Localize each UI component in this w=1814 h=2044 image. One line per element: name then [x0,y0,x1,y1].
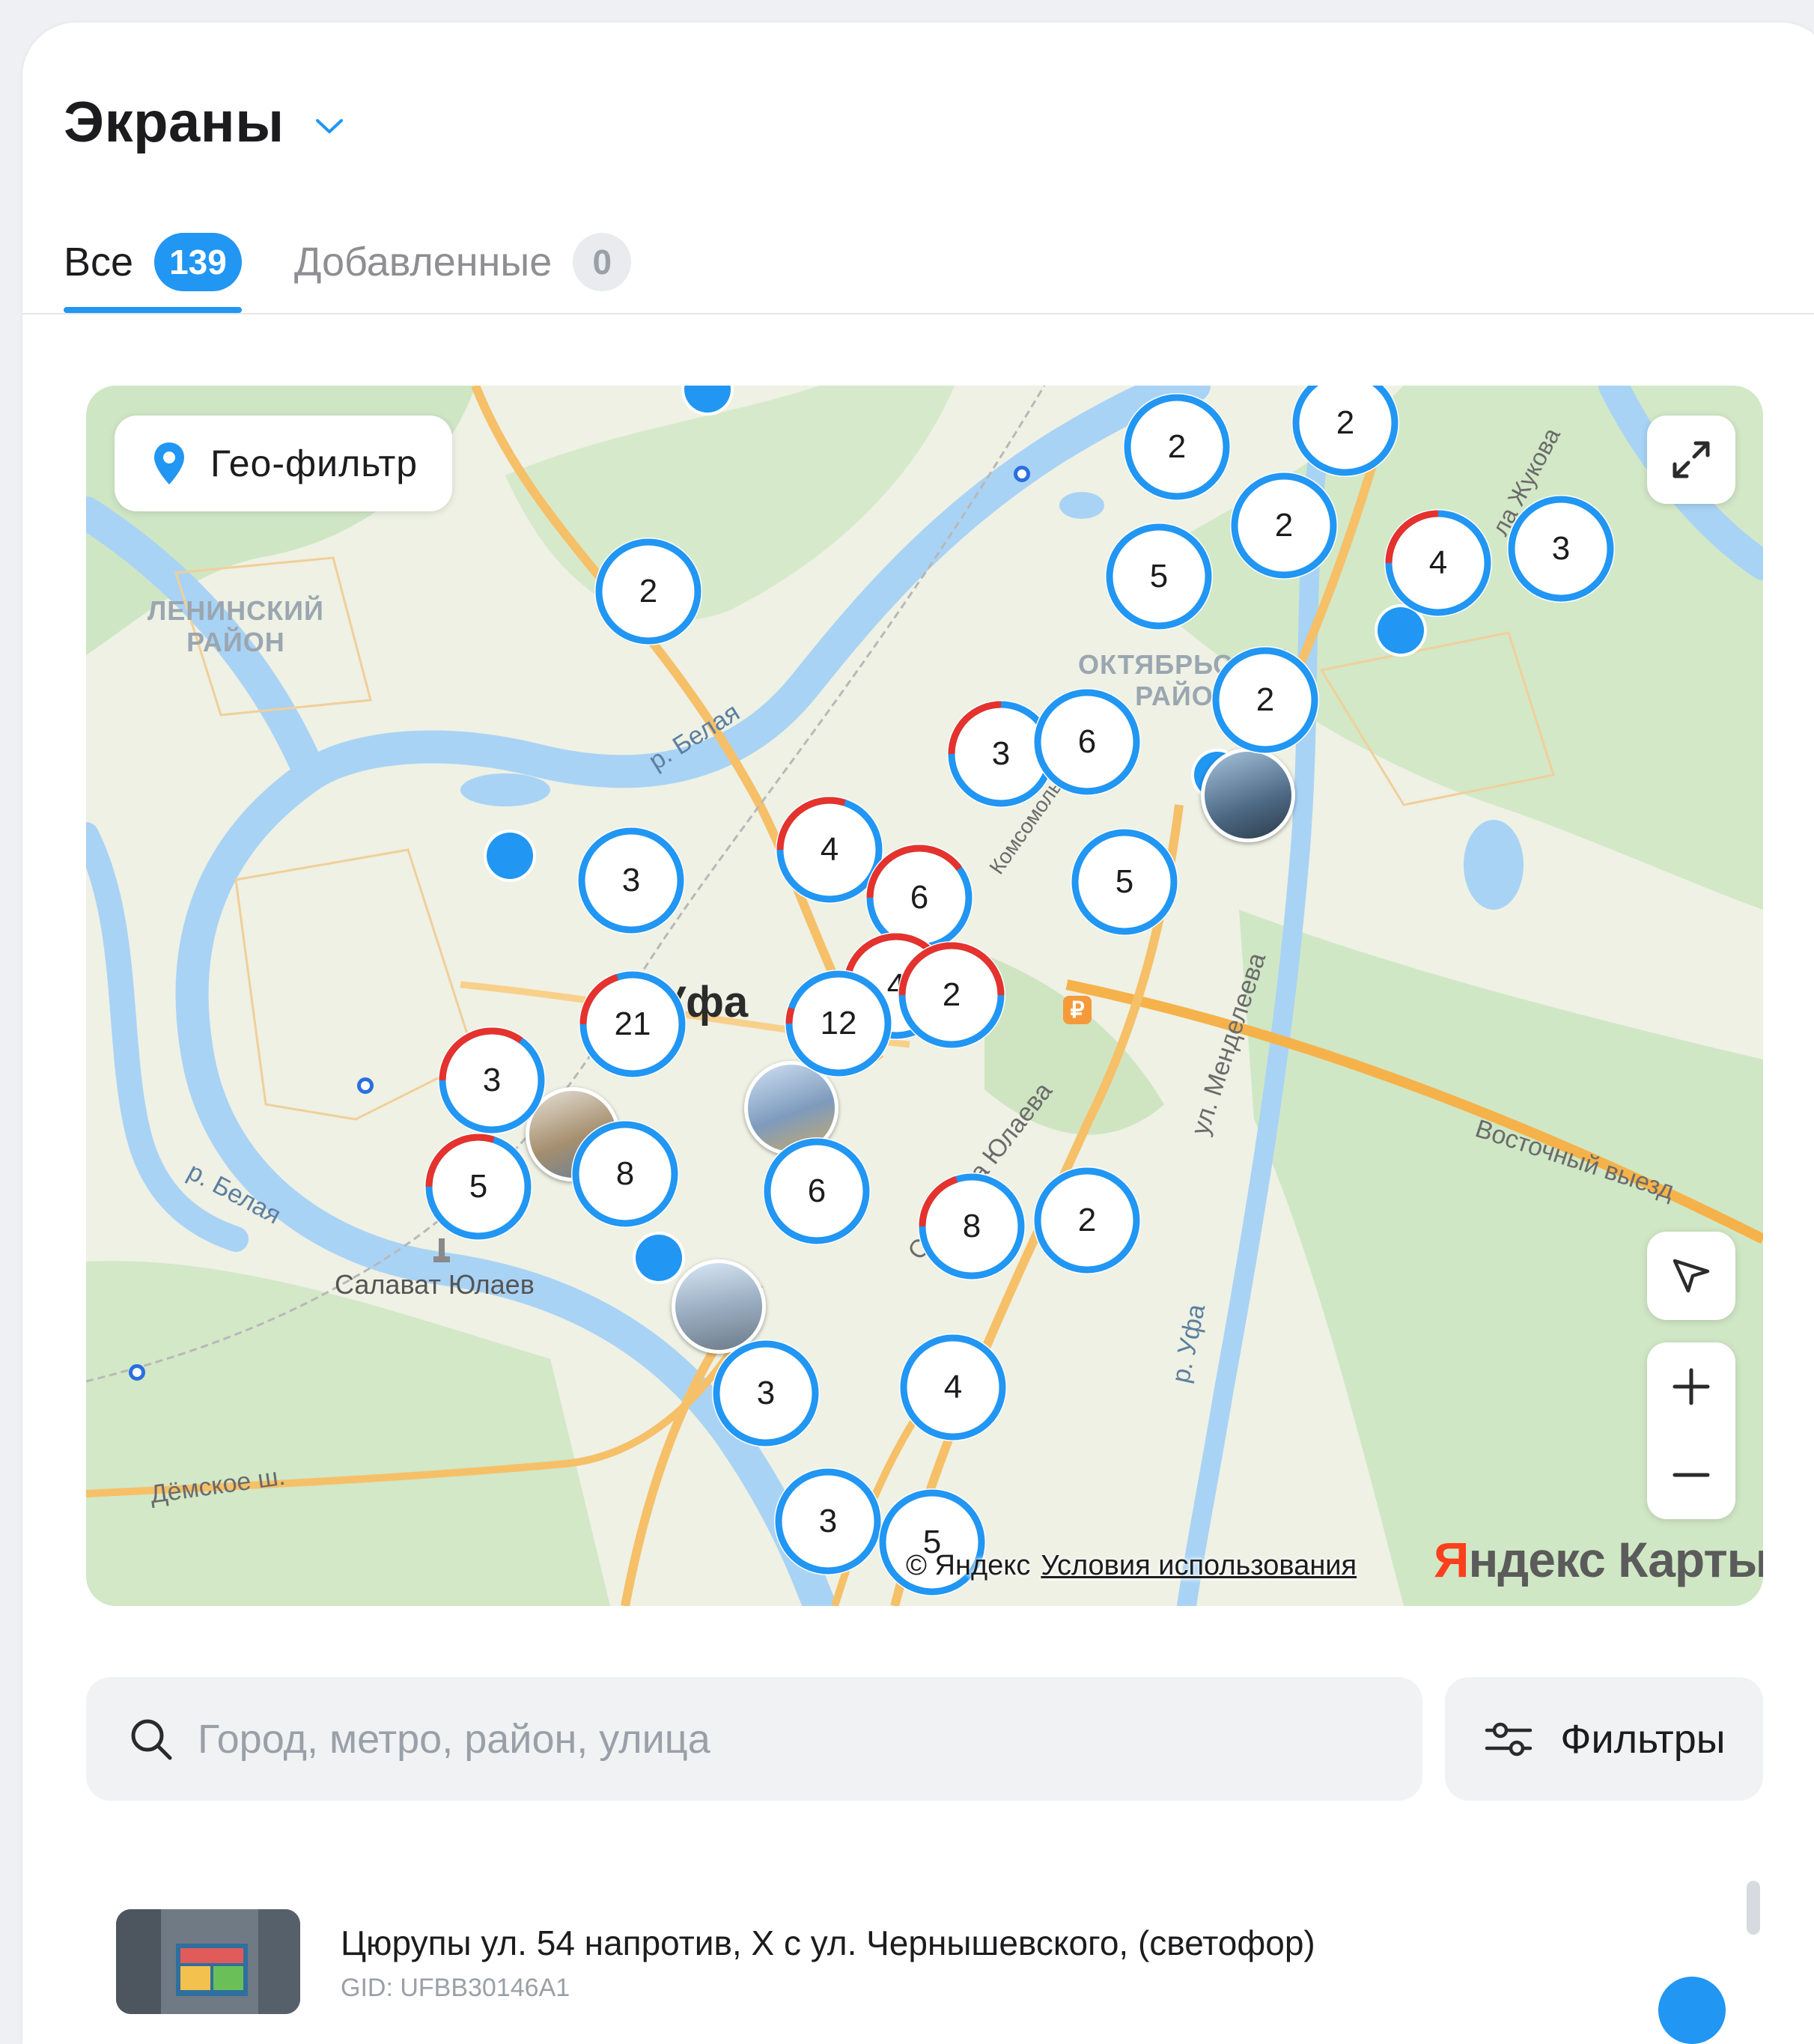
page-title: Экраны [64,91,284,154]
copyright-text: © Яндекс [906,1550,1031,1581]
cluster-count: 2 [1077,1202,1097,1238]
tab-added-label: Добавленные [293,240,553,285]
list-item[interactable]: Цюрупы ул. 54 напротив, X с ул. Чернышев… [116,1909,1763,2014]
logo-rest: ндекс Карты [1468,1532,1763,1587]
screen-cluster[interactable]: 3 [576,826,686,935]
chevron-down-icon[interactable] [314,117,344,136]
cluster-count: 5 [1115,863,1134,900]
district-leninsky-text: ЛЕНИНСКИЙ РАЙОН [147,595,324,657]
zoom-out-button[interactable] [1647,1431,1735,1519]
map-copyright: © Яндекс Условия использования [906,1550,1357,1582]
tab-added[interactable]: Добавленные 0 [293,225,632,299]
screen-cluster[interactable]: 2 [594,537,703,646]
screen-marker[interactable] [487,833,533,879]
cluster-count: 2 [1336,404,1355,441]
tab-all-label: Все [64,240,134,285]
screen-cluster[interactable]: 3 [437,1026,547,1135]
screen-cluster[interactable]: 5 [1070,827,1179,937]
ruble-icon: ₽ [1063,996,1092,1024]
geo-filter-label: Гео-фильтр [210,442,419,484]
cluster-count: 4 [1428,544,1448,581]
cluster-count: 6 [807,1172,827,1209]
screen-cluster[interactable]: 2 [897,940,1006,1050]
tab-added-count-badge: 0 [573,233,632,291]
screen-cluster[interactable]: 4 [1384,508,1493,618]
sliders-icon [1485,1722,1533,1756]
cluster-count: 3 [482,1062,502,1098]
terms-of-use-link[interactable]: Условия использования [1041,1550,1357,1581]
fullscreen-button[interactable] [1647,416,1735,504]
cluster-count: 4 [943,1369,963,1405]
list-item-title: Цюрупы ул. 54 напротив, X с ул. Чернышев… [341,1923,1315,1962]
transit-stop [357,1077,374,1094]
screen-cluster[interactable]: 5 [424,1132,533,1241]
screen-cluster[interactable]: 8 [917,1172,1026,1281]
title-row[interactable]: Экраны [64,90,344,155]
cluster-count: 2 [942,976,961,1013]
screen-cluster[interactable]: 3 [711,1339,821,1448]
screen-cluster[interactable]: 3 [1506,494,1616,603]
screen-cluster[interactable]: 5 [1104,522,1214,631]
screen-cluster[interactable]: 6 [762,1137,871,1246]
add-button[interactable] [1658,1977,1726,2044]
cluster-count: 3 [756,1375,776,1411]
plus-icon [1673,1368,1710,1405]
screen-thumbnail [116,1909,300,2014]
tabs-divider [22,313,1814,314]
cluster-count: 3 [1551,530,1571,567]
cluster-count: 2 [639,573,658,609]
search-bar [86,1677,1422,1801]
cluster-count: 3 [818,1503,838,1539]
cluster-count: 5 [1149,558,1169,594]
screen-cluster[interactable]: 2 [1032,1166,1142,1275]
cluster-count: 3 [621,862,641,898]
location-pin-icon [154,442,184,484]
screen-cluster[interactable]: 2 [1211,645,1320,755]
search-icon [131,1719,172,1759]
filters-button[interactable]: Фильтры [1445,1677,1763,1801]
active-tab-indicator [64,307,242,313]
cluster-count: 2 [1274,507,1294,544]
screen-cluster[interactable]: 6 [1032,687,1142,797]
cluster-count: 5 [469,1168,488,1205]
tab-all[interactable]: Все 139 [64,225,242,313]
screen-cluster[interactable]: 2 [1229,471,1339,580]
screen-cluster[interactable]: 2 [1291,386,1400,478]
logo-first-letter: Я [1434,1532,1469,1587]
cluster-count: 8 [615,1155,635,1192]
navigation-arrow-icon [1673,1259,1710,1293]
scrollbar-thumb[interactable] [1747,1881,1760,1935]
screen-cluster[interactable]: 3 [773,1467,883,1576]
cluster-count: 2 [1167,428,1187,465]
tab-bar: Все 139 Добавленные 0 [64,225,684,313]
expand-icon [1673,441,1710,478]
zoom-control [1647,1342,1735,1519]
geolocation-button[interactable] [1647,1232,1735,1320]
screen-cluster[interactable]: 12 [784,969,893,1078]
poi-label-salavat: Салават Юлаев [335,1269,535,1300]
photo-marker[interactable] [1201,748,1295,842]
cluster-count: 21 [614,1006,651,1042]
cluster-count: 6 [1077,723,1097,760]
transit-stop [129,1364,145,1381]
screen-cluster[interactable]: 8 [570,1119,680,1229]
cluster-count: 12 [820,1005,857,1041]
geo-filter-button[interactable]: Гео-фильтр [115,416,453,511]
screen-cluster[interactable]: 4 [898,1333,1008,1442]
zoom-in-button[interactable] [1647,1342,1735,1431]
filters-label: Фильтры [1560,1716,1726,1762]
cluster-count: 2 [1256,681,1275,718]
cluster-count: 8 [962,1208,981,1244]
transit-stop [1014,466,1030,482]
map[interactable]: ЛЕНИНСКИЙ РАЙОН ОКТЯБРЬСКИЙ РАЙОН р. Бел… [86,386,1763,1606]
screen-marker[interactable] [636,1235,682,1281]
yandex-maps-logo[interactable]: Яндекс Карты [1434,1531,1763,1588]
search-input[interactable] [196,1715,1360,1763]
screen-cluster[interactable]: 21 [578,970,687,1079]
screen-cluster[interactable]: 2 [1122,392,1232,502]
minus-icon [1673,1473,1710,1477]
district-label-leninsky: ЛЕНИНСКИЙ РАЙОН [147,595,324,658]
tab-all-count-badge: 139 [154,233,242,291]
list-item-gid: GID: UFBB30146A1 [341,1974,570,2002]
